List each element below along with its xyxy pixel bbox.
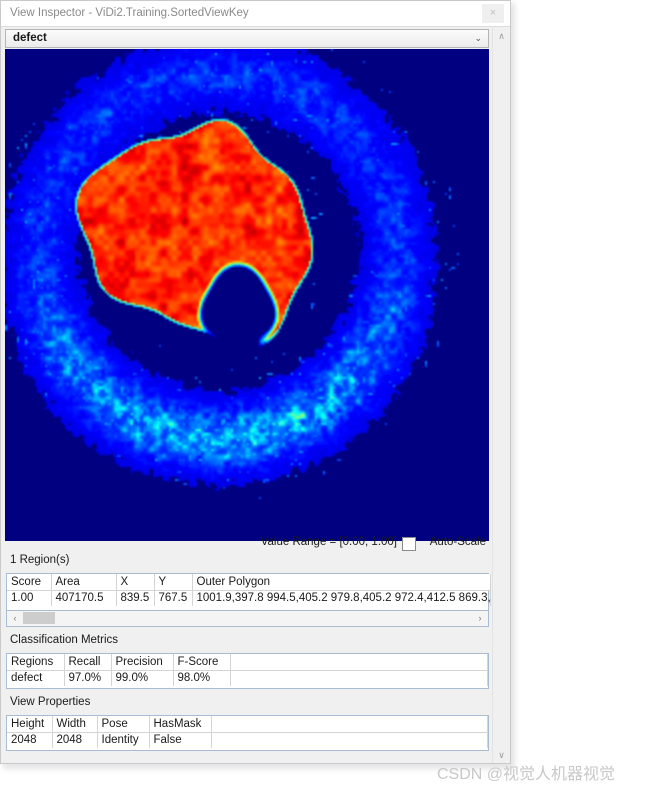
- view-properties-title: View Properties: [10, 696, 91, 708]
- table-header-row: Height Width Pose HasMask: [7, 716, 488, 733]
- csdn-watermark: CSDN @视觉人机器视觉: [437, 766, 616, 783]
- cell-precision: 99.0%: [111, 670, 174, 686]
- column-header-score: Score: [7, 574, 52, 591]
- chevron-down-icon: ⌄: [474, 33, 482, 43]
- view-properties-table: Height Width Pose HasMask 2048 2048 Iden…: [6, 715, 489, 751]
- classification-metrics-table: Regions Recall Precision F-Score defect …: [6, 653, 489, 689]
- cell-x: 839.5: [116, 590, 155, 606]
- cell-y: 767.5: [154, 590, 193, 606]
- auto-scale-checkbox[interactable]: [402, 537, 416, 551]
- cell-width: 2048: [52, 732, 98, 748]
- cell-regions: defect: [7, 670, 65, 686]
- column-header-outer-polygon: Outer Polygon: [192, 574, 491, 591]
- auto-scale-label: Auto-Scale: [429, 536, 486, 548]
- view-selector-dropdown[interactable]: defect ⌄: [5, 29, 489, 48]
- column-header-area: Area: [51, 574, 117, 591]
- column-header-pose: Pose: [97, 716, 150, 733]
- cell-fscore: 98.0%: [173, 670, 231, 686]
- window-title: View Inspector - ViDi2.Training.SortedVi…: [10, 7, 249, 19]
- horizontal-scrollbar-thumb[interactable]: [23, 612, 55, 624]
- column-header-width: Width: [52, 716, 98, 733]
- close-icon[interactable]: ×: [482, 4, 504, 23]
- column-header-precision: Precision: [111, 654, 174, 671]
- regions-table: Score Area X Y Outer Polygon 1.00 407170…: [6, 573, 491, 611]
- value-range-label: Value Range = [0.00, 1.00]: [260, 536, 397, 548]
- table-row[interactable]: 1.00 407170.5 839.5 767.5 1001.9,397.8 9…: [7, 590, 491, 606]
- screenshot-root: View Inspector - ViDi2.Training.SortedVi…: [0, 0, 661, 791]
- column-header-spacer: [211, 716, 488, 733]
- table-header-row: Regions Recall Precision F-Score: [7, 654, 488, 671]
- cell-outer-polygon: 1001.9,397.8 994.5,405.2 979.8,405.2 972…: [192, 590, 491, 606]
- cell-score: 1.00: [7, 590, 52, 606]
- regions-table-horizontal-scrollbar[interactable]: ‹ ›: [6, 611, 489, 627]
- heatmap-image-view[interactable]: [5, 49, 489, 541]
- cell-area: 407170.5: [51, 590, 117, 606]
- value-range-bar: Value Range = [0.00, 1.00] Auto-Scale: [5, 534, 489, 552]
- cell-height: 2048: [7, 732, 53, 748]
- column-header-y: Y: [154, 574, 193, 591]
- column-header-recall: Recall: [64, 654, 112, 671]
- view-inspector-window: View Inspector - ViDi2.Training.SortedVi…: [0, 0, 511, 764]
- column-header-height: Height: [7, 716, 53, 733]
- region-count-label: 1 Region(s): [10, 554, 70, 566]
- column-header-fscore: F-Score: [173, 654, 231, 671]
- column-header-hasmask: HasMask: [149, 716, 212, 733]
- column-header-regions: Regions: [7, 654, 65, 671]
- cell-recall: 97.0%: [64, 670, 112, 686]
- view-selector-value: defect: [13, 32, 47, 44]
- scroll-right-arrow-icon[interactable]: ›: [473, 611, 487, 625]
- column-header-spacer: [230, 654, 488, 671]
- window-titlebar: View Inspector - ViDi2.Training.SortedVi…: [1, 1, 510, 27]
- cell-hasmask: False: [149, 732, 212, 748]
- classification-metrics-title: Classification Metrics: [10, 634, 118, 646]
- table-header-row: Score Area X Y Outer Polygon: [7, 574, 491, 591]
- cell-spacer: [230, 670, 488, 686]
- cell-spacer: [211, 732, 488, 748]
- panel-vertical-scrollbar[interactable]: ∧ ∨: [492, 28, 509, 763]
- table-row[interactable]: defect 97.0% 99.0% 98.0%: [7, 670, 488, 686]
- column-header-x: X: [116, 574, 155, 591]
- cell-pose: Identity: [97, 732, 150, 748]
- scroll-left-arrow-icon[interactable]: ‹: [8, 611, 22, 625]
- scroll-up-arrow-icon[interactable]: ∧: [493, 28, 510, 44]
- table-row[interactable]: 2048 2048 Identity False: [7, 732, 488, 748]
- defect-heatmap-canvas: [5, 49, 489, 541]
